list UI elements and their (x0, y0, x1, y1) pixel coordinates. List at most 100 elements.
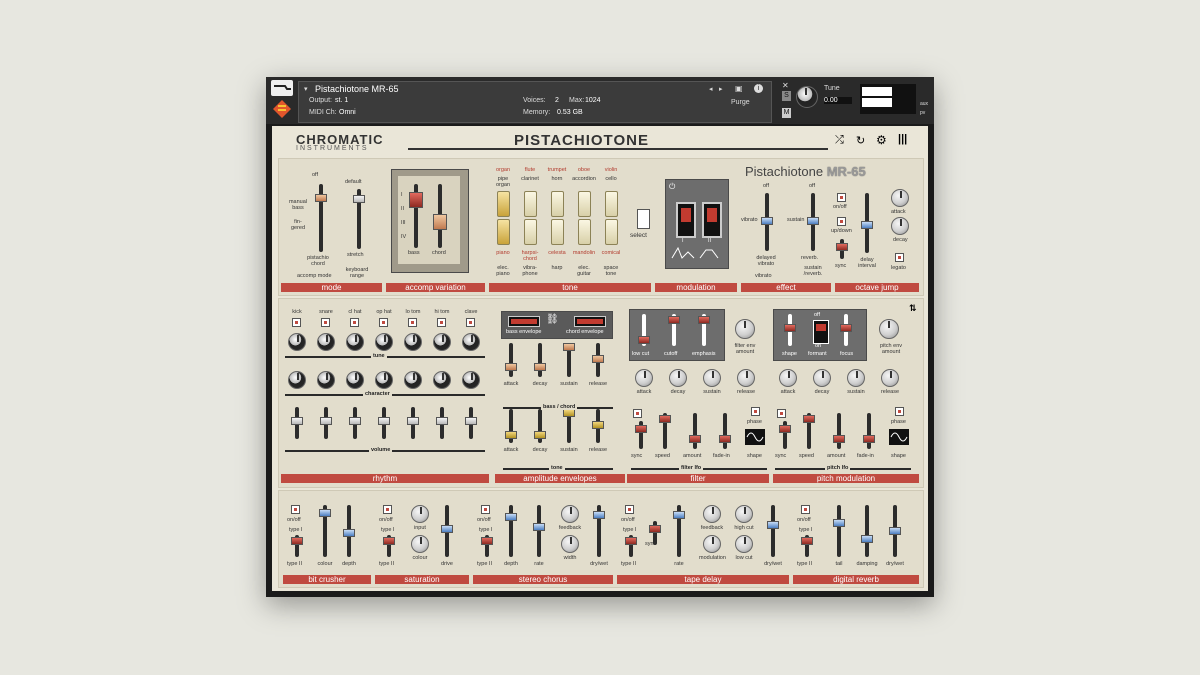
tapedelay-highcut-knob[interactable] (735, 505, 753, 523)
drum-button-0[interactable] (292, 318, 301, 327)
chord-variation-slider[interactable] (433, 214, 447, 230)
bass-variation-slider[interactable] (409, 192, 423, 208)
pitch-sustain-knob[interactable] (847, 369, 865, 387)
tapedelay-onoff-button[interactable] (625, 505, 634, 514)
link-icon[interactable]: ⛓ (546, 314, 559, 325)
octave-updown-button[interactable] (837, 217, 846, 226)
drum-volume-slider-2[interactable] (349, 417, 361, 425)
pitch-release-knob[interactable] (881, 369, 899, 387)
tone-release-slider[interactable] (592, 421, 604, 429)
close-icon[interactable]: ✕ (782, 81, 789, 90)
octave-sync-switch[interactable] (836, 243, 848, 251)
drum-character-knob-0[interactable] (288, 371, 306, 389)
reverb-onoff-button[interactable] (801, 505, 810, 514)
tapedelay-rate-slider[interactable] (673, 511, 685, 519)
reverb-tail-slider[interactable] (833, 519, 845, 527)
tone-attack-slider[interactable] (505, 431, 517, 439)
drum-character-knob-3[interactable] (375, 371, 393, 389)
pitch-sync-slider[interactable] (779, 425, 791, 433)
drum-tune-knob-3[interactable] (375, 333, 393, 351)
chorus-rate-slider[interactable] (533, 523, 545, 531)
pitch-decay-knob[interactable] (813, 369, 831, 387)
filter-attack-knob[interactable] (635, 369, 653, 387)
reverb-damping-slider[interactable] (861, 535, 873, 543)
pitch-speed-slider[interactable] (803, 415, 815, 423)
chord-envelope-toggle[interactable] (574, 316, 606, 327)
drum-character-knob-2[interactable] (346, 371, 364, 389)
prev-arrow-icon[interactable]: ◂ (709, 85, 713, 93)
shuffle-icon[interactable]: ⤮ (835, 134, 844, 147)
octave-onoff-button[interactable] (837, 193, 846, 202)
purge-button[interactable]: Purge (731, 99, 750, 106)
tapedelay-type-switch[interactable] (625, 537, 637, 545)
tone-tab-lower-3[interactable] (578, 219, 591, 245)
filter-release-knob[interactable] (737, 369, 755, 387)
chorus-onoff-button[interactable] (481, 505, 490, 514)
drum-volume-slider-5[interactable] (436, 417, 448, 425)
pitch-lfo-sync-toggle[interactable] (777, 409, 786, 418)
bitcrusher-onoff-button[interactable] (291, 505, 300, 514)
filter-sine-shape-icon[interactable] (745, 429, 765, 445)
drum-button-2[interactable] (350, 318, 359, 327)
octave-attack-knob[interactable] (891, 189, 909, 207)
midi-value[interactable]: Omni (339, 109, 356, 116)
drum-character-knob-4[interactable] (404, 371, 422, 389)
mute-button[interactable]: M (782, 108, 791, 118)
legato-button[interactable] (895, 253, 904, 262)
filter-amount-slider[interactable] (689, 435, 701, 443)
reverb-type-switch[interactable] (801, 537, 813, 545)
pitch-amount-slider[interactable] (833, 435, 845, 443)
focus-slider[interactable] (840, 324, 852, 332)
chorus-drywet-slider[interactable] (593, 511, 605, 519)
bitcrusher-depth-slider[interactable] (343, 529, 355, 537)
delay-interval-slider[interactable] (861, 221, 873, 229)
formant-switch[interactable] (813, 320, 829, 344)
drum-volume-slider-3[interactable] (378, 417, 390, 425)
drum-volume-slider-6[interactable] (465, 417, 477, 425)
gear-icon[interactable]: ⚙ (876, 133, 887, 147)
collapse-arrow-icon[interactable]: ▾ (304, 85, 308, 93)
keyboard-range-slider[interactable] (353, 195, 365, 203)
bass-envelope-toggle[interactable] (508, 316, 540, 327)
aux-label[interactable]: aux (920, 101, 928, 107)
tone-tab-upper-2[interactable] (551, 191, 564, 217)
saturation-onoff-button[interactable] (383, 505, 392, 514)
pitch-attack-knob[interactable] (779, 369, 797, 387)
tone-tab-lower-1[interactable] (524, 219, 537, 245)
low-cut-slider[interactable] (638, 336, 650, 344)
chorus-width-knob[interactable] (561, 535, 579, 553)
filter-speed-slider[interactable] (659, 415, 671, 423)
drum-volume-slider-4[interactable] (407, 417, 419, 425)
filter-sync-slider[interactable] (635, 425, 647, 433)
pitch-sine-shape-icon[interactable] (889, 429, 909, 445)
tone-tab-lower-0[interactable] (497, 219, 510, 245)
drum-tune-knob-2[interactable] (346, 333, 364, 351)
filter-phase-button[interactable] (751, 407, 760, 416)
wrench-icon[interactable] (271, 80, 293, 96)
tapedelay-drywet-slider[interactable] (767, 521, 779, 529)
tapedelay-sync-switch[interactable] (649, 525, 661, 533)
tone-tab-upper-4[interactable] (605, 191, 618, 217)
tone-tab-upper-3[interactable] (578, 191, 591, 217)
modulation-switch-i[interactable] (676, 202, 696, 238)
pitch-phase-button[interactable] (895, 407, 904, 416)
saturation-drive-slider[interactable] (441, 525, 453, 533)
chorus-type-switch[interactable] (481, 537, 493, 545)
next-arrow-icon[interactable]: ▸ (719, 85, 723, 93)
emphasis-slider[interactable] (698, 316, 710, 324)
drum-button-1[interactable] (321, 318, 330, 327)
chorus-feedback-knob[interactable] (561, 505, 579, 523)
mode-slider[interactable] (315, 194, 327, 202)
filter-lfo-sync-toggle[interactable] (633, 409, 642, 418)
reverb-drywet-slider[interactable] (889, 527, 901, 535)
solo-button[interactable]: S (782, 91, 791, 101)
drum-button-5[interactable] (437, 318, 446, 327)
filter-decay-knob[interactable] (669, 369, 687, 387)
drum-character-knob-5[interactable] (433, 371, 451, 389)
drum-tune-knob-5[interactable] (433, 333, 451, 351)
drum-character-knob-1[interactable] (317, 371, 335, 389)
saturation-input-knob[interactable] (411, 505, 429, 523)
tone-sustain-slider[interactable] (563, 409, 575, 417)
bitcrusher-colour-slider[interactable] (319, 509, 331, 517)
pitch-env-amount-knob[interactable] (879, 319, 899, 339)
